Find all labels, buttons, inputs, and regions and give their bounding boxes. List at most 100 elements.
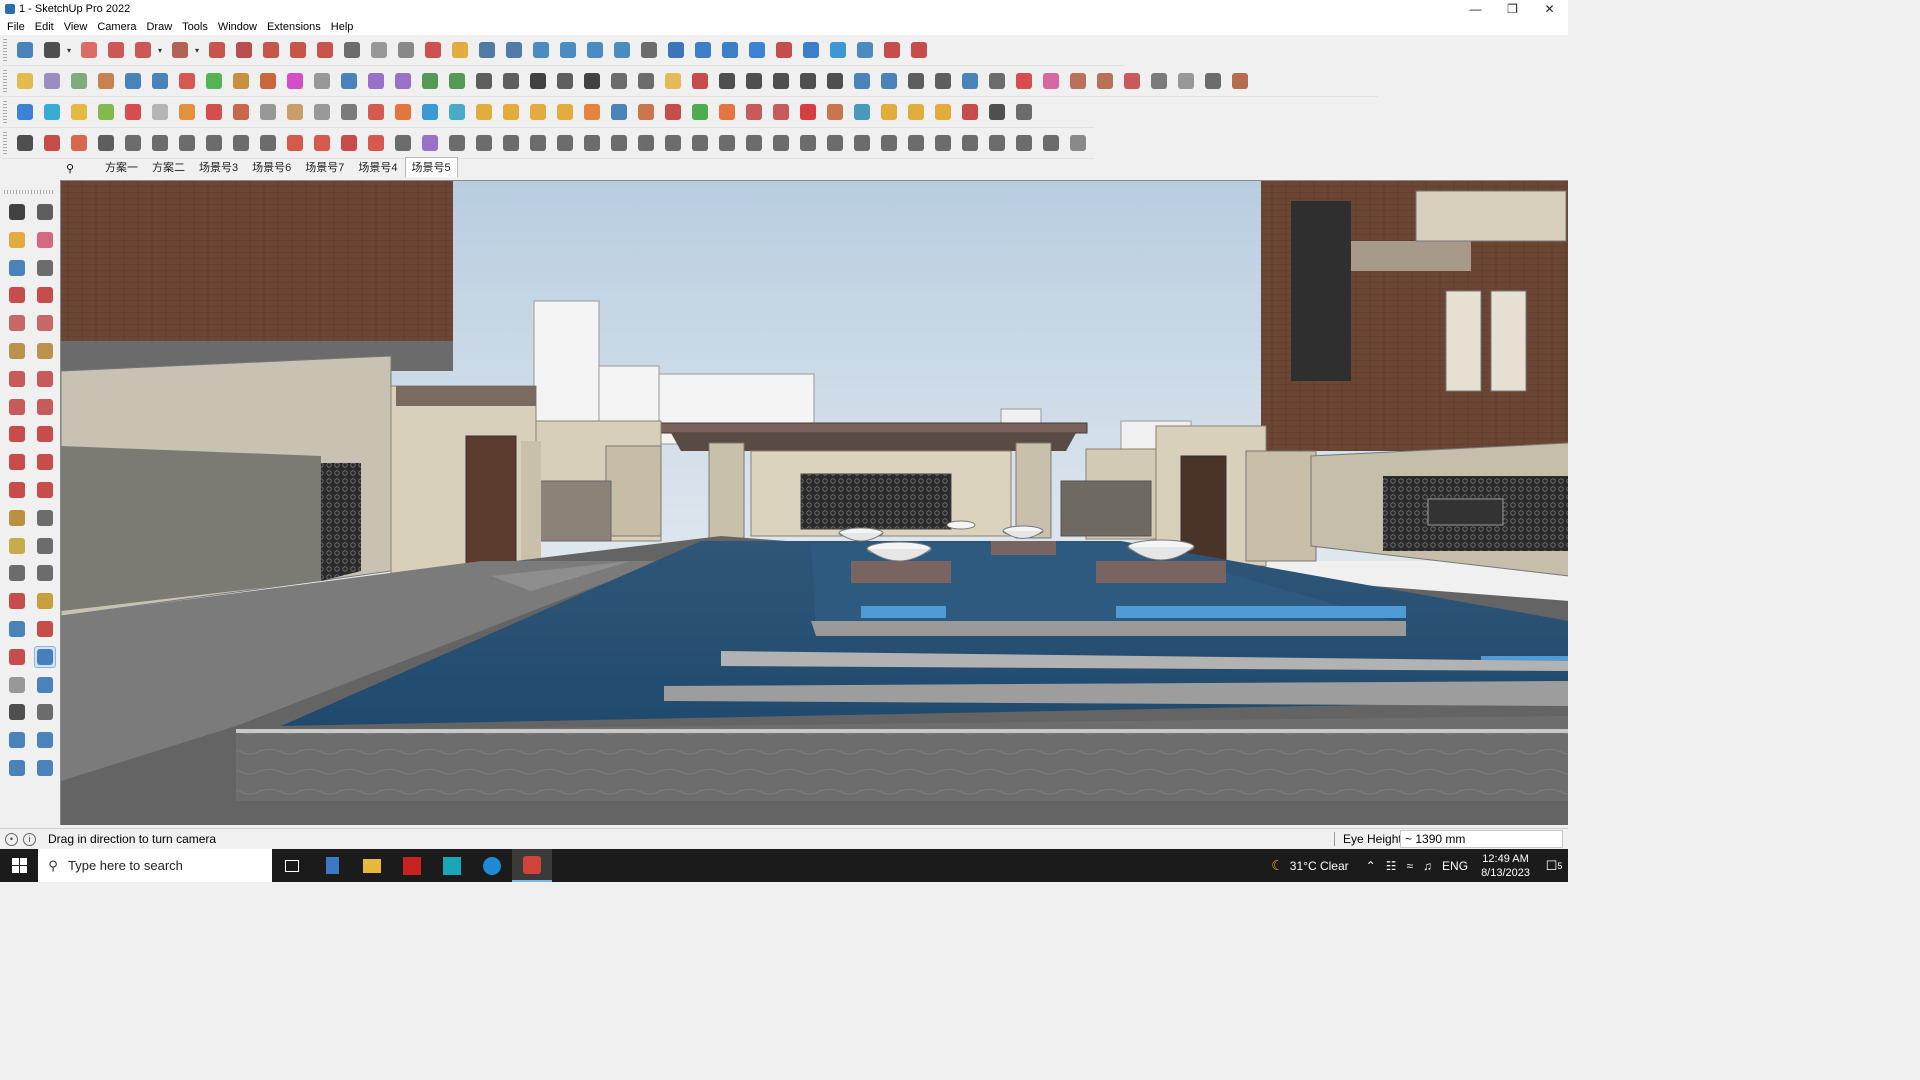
tool-button-icon[interactable] (1229, 70, 1251, 92)
tool-button-icon[interactable] (203, 101, 225, 123)
chevron-up-icon[interactable]: ⌃ (1366, 859, 1376, 873)
tool-button-icon[interactable] (959, 101, 981, 123)
tool-button-icon[interactable] (6, 284, 28, 306)
tool-button-icon[interactable] (986, 132, 1008, 154)
tool-button-icon[interactable] (230, 132, 252, 154)
tool-button-icon[interactable] (34, 479, 56, 501)
tool-button-icon[interactable] (446, 70, 468, 92)
tool-button-icon[interactable] (206, 39, 228, 61)
minimize-icon[interactable]: — (1457, 0, 1494, 18)
scene-tab[interactable]: 方案二 (145, 157, 192, 177)
chevron-down-icon[interactable]: ▾ (156, 39, 164, 61)
tool-button-icon[interactable] (878, 70, 900, 92)
scene-tab[interactable]: 场景号7 (298, 157, 351, 177)
tool-button-icon[interactable] (665, 39, 687, 61)
tool-button-icon[interactable] (95, 101, 117, 123)
menu-edit[interactable]: Edit (30, 21, 59, 33)
tool-button-icon[interactable] (41, 101, 63, 123)
tool-button-icon[interactable] (122, 101, 144, 123)
tool-button-icon[interactable] (95, 70, 117, 92)
tool-button-icon[interactable] (905, 101, 927, 123)
wifi-icon[interactable]: ≈ (1406, 859, 1413, 873)
tool-button-icon[interactable] (908, 39, 930, 61)
tool-button-icon[interactable] (230, 101, 252, 123)
tool-button-icon[interactable] (689, 132, 711, 154)
chevron-down-icon[interactable]: ▾ (65, 39, 73, 61)
tool-button-icon[interactable] (1040, 70, 1062, 92)
tool-button-icon[interactable] (824, 132, 846, 154)
tool-button-icon[interactable] (6, 590, 28, 612)
taskbar-search[interactable]: ⚲ Type here to search (38, 849, 272, 882)
tool-button-icon[interactable] (554, 70, 576, 92)
scene-tab[interactable]: 场景号6 (245, 157, 298, 177)
tool-button-icon[interactable] (34, 590, 56, 612)
tool-button-icon[interactable] (662, 101, 684, 123)
menu-tools[interactable]: Tools (177, 21, 213, 33)
tool-button-icon[interactable] (122, 70, 144, 92)
toolbar-grip[interactable] (3, 101, 7, 123)
scene-tab[interactable]: 方案一 (98, 157, 145, 177)
tool-button-icon[interactable] (230, 70, 252, 92)
tool-button-icon[interactable] (34, 396, 56, 418)
tool-button-icon[interactable] (392, 70, 414, 92)
tool-button-icon[interactable] (368, 39, 390, 61)
tool-button-icon[interactable] (68, 70, 90, 92)
menu-view[interactable]: View (59, 21, 93, 33)
tool-button-icon[interactable] (78, 39, 100, 61)
tool-button-icon[interactable] (6, 562, 28, 584)
tool-button-icon[interactable] (169, 39, 191, 61)
tool-button-icon[interactable] (284, 101, 306, 123)
tool-button-icon[interactable] (34, 284, 56, 306)
tool-button-icon[interactable] (1040, 132, 1062, 154)
tool-button-icon[interactable] (527, 101, 549, 123)
tool-button-icon[interactable] (1094, 70, 1116, 92)
tool-button-icon[interactable] (986, 101, 1008, 123)
tool-button-icon[interactable] (770, 101, 792, 123)
tool-button-icon[interactable] (257, 132, 279, 154)
look-around-icon[interactable] (34, 645, 56, 668)
restore-icon[interactable]: ❐ (1494, 0, 1531, 18)
tool-button-icon[interactable] (41, 70, 63, 92)
tool-button-icon[interactable] (284, 70, 306, 92)
measurements-box[interactable]: ~ 1390 mm (1400, 830, 1563, 848)
tool-button-icon[interactable] (527, 132, 549, 154)
tool-button-icon[interactable] (851, 70, 873, 92)
tool-button-icon[interactable] (1013, 101, 1035, 123)
clock[interactable]: 12:49 AM 8/13/2023 (1481, 852, 1530, 880)
tool-button-icon[interactable] (260, 39, 282, 61)
tool-button-icon[interactable] (311, 101, 333, 123)
tool-button-icon[interactable] (581, 101, 603, 123)
acrobat-icon[interactable] (392, 849, 432, 882)
tool-button-icon[interactable] (932, 101, 954, 123)
tool-button-icon[interactable] (6, 729, 28, 751)
volume-icon[interactable]: ♫ (1423, 859, 1432, 873)
tool-button-icon[interactable] (284, 132, 306, 154)
tool-button-icon[interactable] (34, 257, 56, 279)
edge-icon[interactable] (472, 849, 512, 882)
tool-button-icon[interactable] (689, 70, 711, 92)
tool-button-icon[interactable] (14, 132, 36, 154)
tool-button-icon[interactable] (719, 39, 741, 61)
tool-button-icon[interactable] (1013, 70, 1035, 92)
tool-button-icon[interactable] (34, 757, 56, 779)
tool-button-icon[interactable] (476, 39, 498, 61)
tool-button-icon[interactable] (743, 101, 765, 123)
tool-button-icon[interactable] (827, 39, 849, 61)
tool-button-icon[interactable] (149, 132, 171, 154)
tool-button-icon[interactable] (338, 101, 360, 123)
tool-button-icon[interactable] (203, 132, 225, 154)
3dsmax-icon[interactable] (432, 849, 472, 882)
tool-button-icon[interactable] (446, 101, 468, 123)
tool-button-icon[interactable] (132, 39, 154, 61)
tool-button-icon[interactable] (743, 132, 765, 154)
tool-button-icon[interactable] (149, 70, 171, 92)
tool-button-icon[interactable] (905, 70, 927, 92)
tool-button-icon[interactable] (6, 257, 28, 279)
tool-button-icon[interactable] (446, 132, 468, 154)
tool-button-icon[interactable] (233, 39, 255, 61)
tool-button-icon[interactable] (365, 101, 387, 123)
tool-button-icon[interactable] (34, 729, 56, 751)
tool-button-icon[interactable] (34, 423, 56, 445)
model-viewport[interactable] (60, 180, 1568, 825)
tool-button-icon[interactable] (419, 101, 441, 123)
